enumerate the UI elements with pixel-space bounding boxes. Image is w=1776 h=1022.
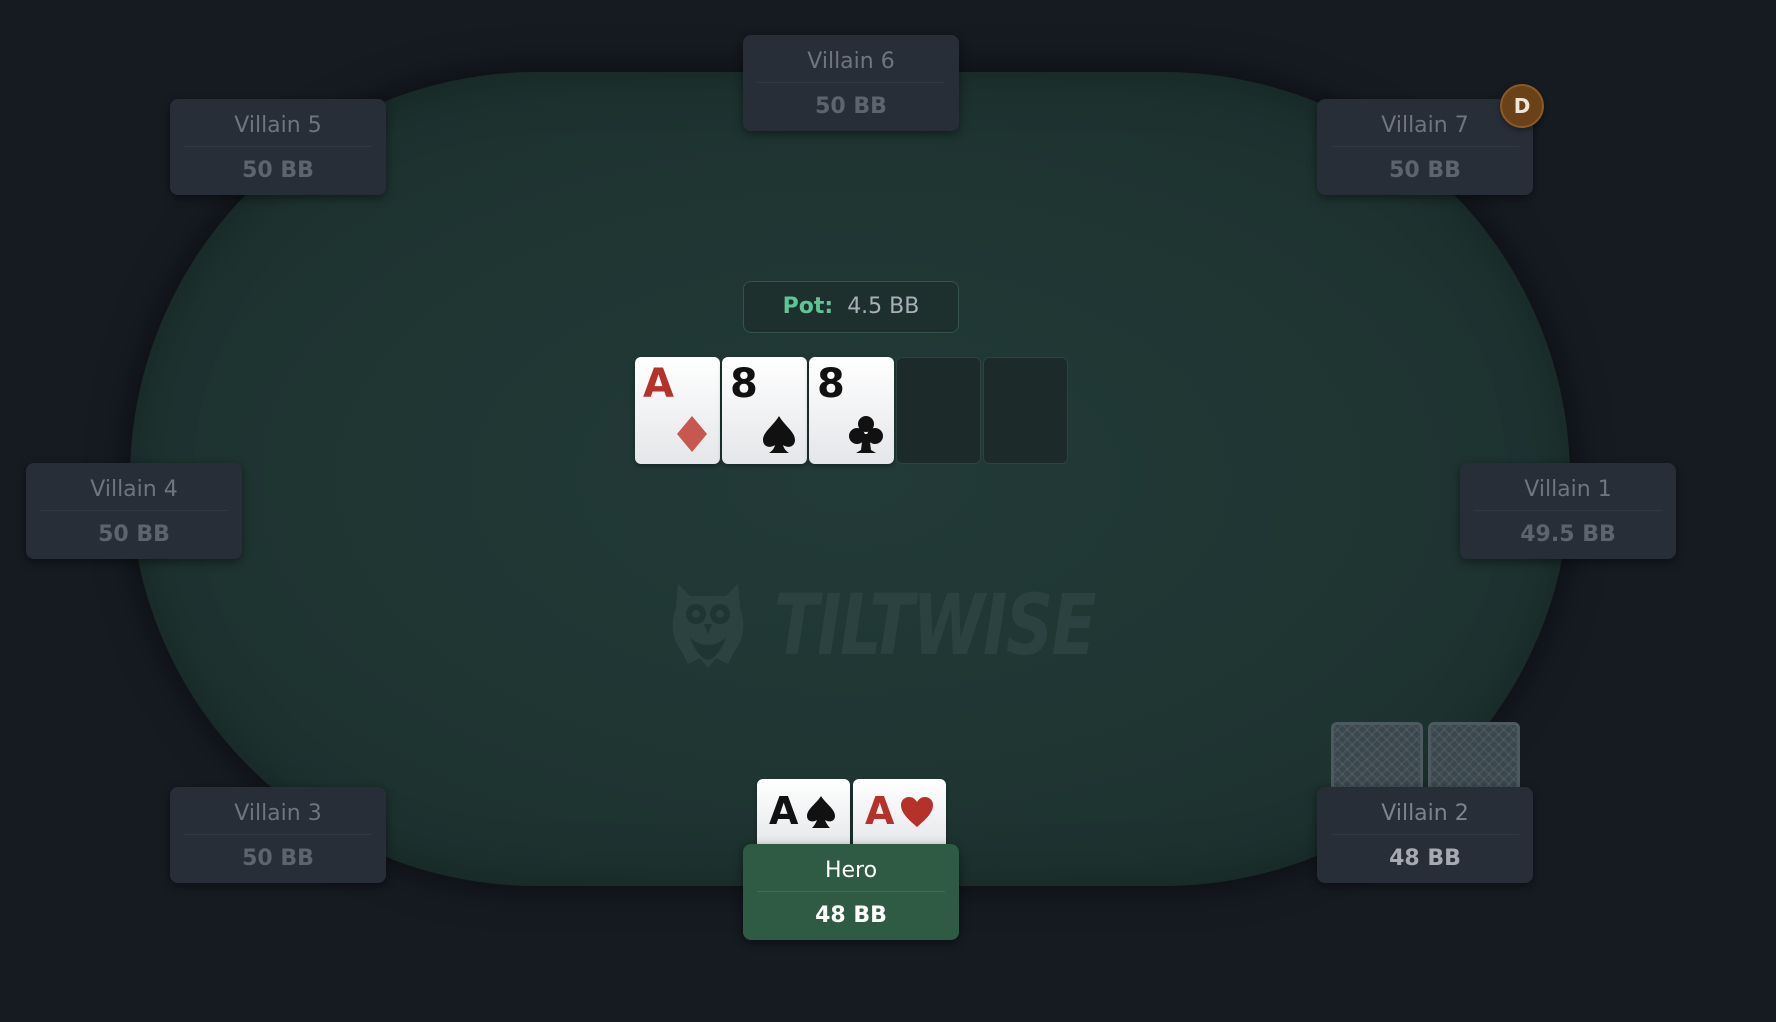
hero-card-2: A <box>853 779 946 845</box>
spade-icon <box>807 796 835 828</box>
seat-villain-6[interactable]: Villain 6 50 BB <box>743 35 959 131</box>
seat-villain-5[interactable]: Villain 5 50 BB <box>170 99 386 195</box>
player-name: Hero <box>824 858 878 883</box>
board-slot-turn <box>896 357 981 464</box>
seat-villain-1[interactable]: Villain 1 49.5 BB <box>1460 463 1676 559</box>
card-rank: A <box>865 789 895 833</box>
logo-trademark: ™ <box>1020 592 1032 606</box>
owl-logo-icon <box>672 584 744 668</box>
board-card-2: 8 <box>722 357 807 464</box>
player-name: Villain 1 <box>1524 477 1612 502</box>
pot-value: 4.5 BB <box>847 294 920 319</box>
player-name: Villain 3 <box>234 801 322 826</box>
seat-villain-2[interactable]: Villain 2 48 BB <box>1317 787 1533 883</box>
villain-2-card-back-2 <box>1428 722 1520 790</box>
card-rank: A <box>643 361 674 407</box>
player-stack: 50 BB <box>242 846 314 871</box>
logo-text: TILTWISE <box>774 576 1096 674</box>
board-card-3: 8 <box>809 357 894 464</box>
seat-villain-3[interactable]: Villain 3 50 BB <box>170 787 386 883</box>
board-card-1: A <box>635 357 720 464</box>
card-rank: 8 <box>817 361 845 407</box>
tiltwise-logo: TILTWISE ™ <box>668 578 1096 673</box>
spade-icon <box>763 416 795 453</box>
player-stack: 49.5 BB <box>1520 522 1616 547</box>
player-stack: 50 BB <box>815 94 887 119</box>
board-slot-river <box>983 357 1068 464</box>
card-rank: 8 <box>730 361 758 407</box>
player-stack: 48 BB <box>1389 846 1461 871</box>
dealer-button: D <box>1500 84 1544 128</box>
player-name: Villain 6 <box>807 49 895 74</box>
player-stack: 50 BB <box>1389 158 1461 183</box>
player-stack: 50 BB <box>98 522 170 547</box>
pot-display: Pot: 4.5 BB <box>743 281 959 333</box>
player-name: Villain 5 <box>234 113 322 138</box>
diamond-icon <box>677 416 707 452</box>
villain-2-card-back-1 <box>1331 722 1423 790</box>
pot-label: Pot: <box>782 294 834 319</box>
heart-icon <box>901 797 933 827</box>
club-icon <box>849 416 883 453</box>
card-rank: A <box>769 789 799 833</box>
player-name: Villain 2 <box>1381 801 1469 826</box>
hero-card-1: A <box>757 779 850 845</box>
seat-hero[interactable]: Hero 48 BB <box>743 844 959 940</box>
player-stack: 48 BB <box>815 903 887 928</box>
player-stack: 50 BB <box>242 158 314 183</box>
seat-villain-4[interactable]: Villain 4 50 BB <box>26 463 242 559</box>
player-name: Villain 4 <box>90 477 178 502</box>
